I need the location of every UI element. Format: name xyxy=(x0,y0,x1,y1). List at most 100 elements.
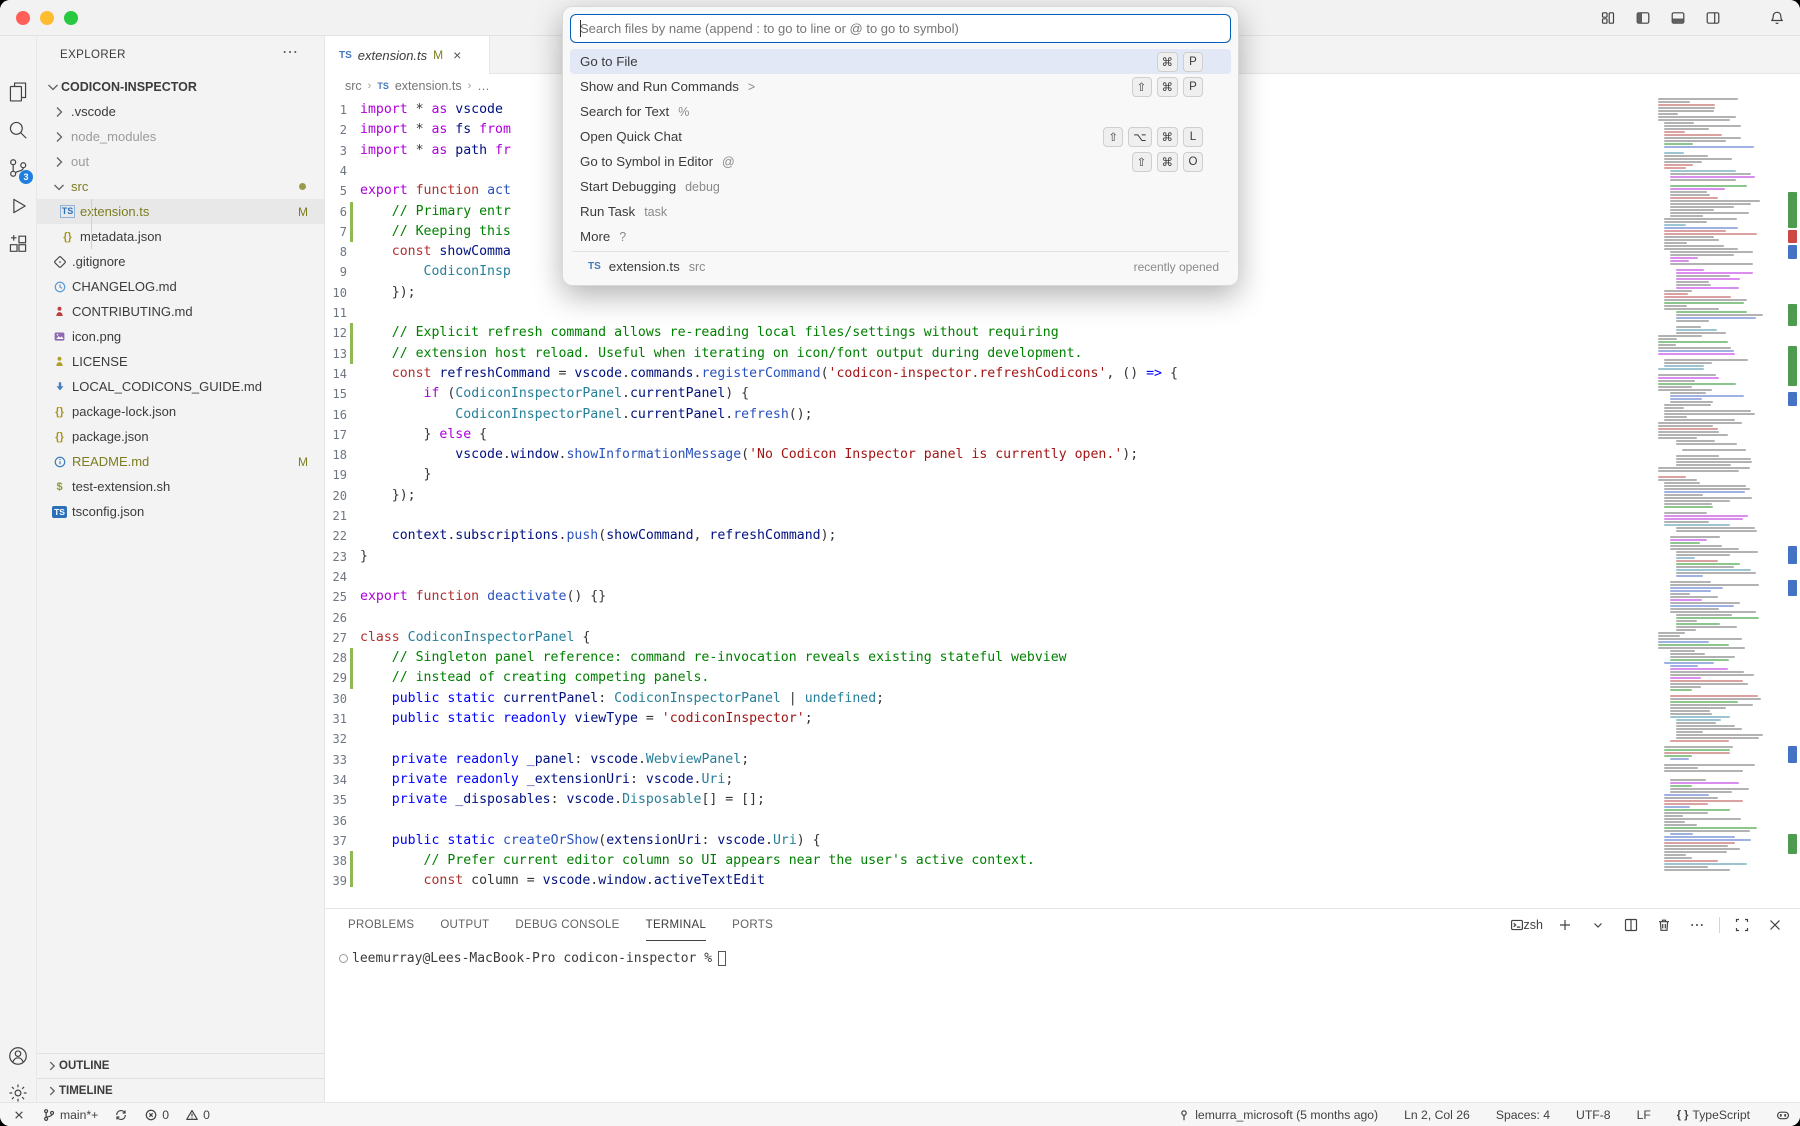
modified-gutter-bar xyxy=(350,344,353,364)
quick-open-item-run-task[interactable]: Run Tasktask xyxy=(570,199,1231,224)
minimap-line xyxy=(1676,569,1751,571)
sidebar-section-timeline[interactable]: TIMELINE xyxy=(37,1078,324,1102)
code-line-12: 12 // Explicit refresh command allows re… xyxy=(325,323,1800,343)
status-git-branch[interactable]: main*+ xyxy=(42,1108,98,1122)
tab-extension-ts[interactable]: TS extension.ts M × xyxy=(325,36,490,74)
tree-item-readme-md[interactable]: README.mdM xyxy=(37,449,324,474)
minimap-line xyxy=(1664,506,1713,508)
minimap-line xyxy=(1664,161,1702,163)
tree-item-contributing-md[interactable]: CONTRIBUTING.md xyxy=(37,299,324,324)
minimap-line xyxy=(1664,836,1735,838)
tree-item-package-lock-json[interactable]: {}package-lock.json xyxy=(37,399,324,424)
panel-tab-terminal[interactable]: TERMINAL xyxy=(646,909,707,941)
quick-open-item-open-quick-chat[interactable]: Open Quick Chat⇧⌥⌘L xyxy=(570,124,1231,149)
activity-bar-accounts[interactable] xyxy=(0,1038,36,1074)
breadcrumb-symbol[interactable]: … xyxy=(477,79,490,93)
status-remote[interactable] xyxy=(12,1108,26,1122)
minimap-line xyxy=(1676,326,1701,328)
activity-bar-search[interactable] xyxy=(0,112,36,148)
status-error[interactable]: 0 xyxy=(144,1108,169,1122)
tree-item--vscode[interactable]: .vscode xyxy=(37,99,324,124)
shell-selector[interactable]: zsh xyxy=(1510,918,1543,932)
quick-open-item-search-for-text[interactable]: Search for Text% xyxy=(570,99,1231,124)
toggle-panel-icon[interactable] xyxy=(1667,7,1689,29)
tree-item-changelog-md[interactable]: CHANGELOG.md xyxy=(37,274,324,299)
quick-open-recent-extension-ts[interactable]: TSextension.tssrcrecently opened xyxy=(570,254,1231,279)
tree-item-src[interactable]: src xyxy=(37,174,324,199)
tree-item-icon-png[interactable]: icon.png xyxy=(37,324,324,349)
tree-item-metadata-json[interactable]: {}metadata.json xyxy=(37,224,324,249)
tree-item-tsconfig-json[interactable]: TStsconfig.json xyxy=(37,499,324,524)
activity-bar-extensions[interactable] xyxy=(0,226,36,262)
tree-item-label: metadata.json xyxy=(80,229,162,244)
tree-item-test-extension-sh[interactable]: $test-extension.sh xyxy=(37,474,324,499)
activity-bar-source-control[interactable]: 3 xyxy=(0,150,36,186)
status-braces[interactable]: { }TypeScript xyxy=(1677,1108,1750,1122)
notifications-bell-icon[interactable] xyxy=(1766,7,1788,29)
minimap[interactable] xyxy=(1652,98,1786,887)
panel-tab-output[interactable]: OUTPUT xyxy=(440,909,489,941)
activity-bar-explorer[interactable] xyxy=(0,74,36,110)
status-copilot[interactable] xyxy=(1776,1108,1790,1122)
new-terminal-icon[interactable] xyxy=(1554,914,1576,936)
status-label: lemurra_microsoft (5 months ago) xyxy=(1195,1108,1378,1122)
quick-open-item-start-debugging[interactable]: Start Debuggingdebug xyxy=(570,174,1231,199)
quick-open-item-more[interactable]: More? xyxy=(570,224,1231,249)
tree-item--gitignore[interactable]: .gitignore xyxy=(37,249,324,274)
panel-tab-debug-console[interactable]: DEBUG CONSOLE xyxy=(515,909,619,941)
activity-bar-run-debug[interactable] xyxy=(0,188,36,224)
line-number: 29 xyxy=(325,668,347,688)
item-hint: > xyxy=(748,80,755,94)
minimap-line xyxy=(1664,230,1726,232)
kill-terminal-icon[interactable] xyxy=(1653,914,1675,936)
minimap-line xyxy=(1664,863,1747,865)
quick-open-item-show-and-run-commands[interactable]: Show and Run Commands>⇧⌘P xyxy=(570,74,1231,99)
outline-label: OUTLINE xyxy=(59,1060,109,1072)
breadcrumb-folder[interactable]: src xyxy=(345,79,362,93)
modified-gutter-bar xyxy=(350,648,353,668)
tree-item-extension-ts[interactable]: TSextension.tsM xyxy=(37,199,324,224)
explorer-root-folder[interactable]: CODICON-INSPECTOR xyxy=(37,74,324,99)
tree-item-package-json[interactable]: {}package.json xyxy=(37,424,324,449)
chevron-right-icon xyxy=(51,154,67,170)
toggle-secondary-sidebar-icon[interactable] xyxy=(1702,7,1724,29)
breadcrumb-file[interactable]: extension.ts xyxy=(395,79,462,93)
tab-close-icon[interactable]: × xyxy=(453,47,461,63)
overview-ruler[interactable] xyxy=(1786,98,1800,908)
quick-open-input[interactable] xyxy=(580,21,1221,36)
status-warning[interactable]: 0 xyxy=(185,1108,210,1122)
status-spaces-4[interactable]: Spaces: 4 xyxy=(1496,1108,1550,1122)
code-text: } else { xyxy=(360,425,487,445)
minimap-line xyxy=(1676,737,1759,739)
maximize-panel-icon[interactable] xyxy=(1731,914,1753,936)
status-git-commit[interactable]: lemurra_microsoft (5 months ago) xyxy=(1177,1108,1378,1122)
line-number: 25 xyxy=(325,587,347,607)
sidebar-section-outline[interactable]: OUTLINE xyxy=(37,1053,324,1077)
minimap-line xyxy=(1664,302,1744,304)
quick-open-item-go-to-symbol-in-editor[interactable]: Go to Symbol in Editor@⇧⌘O xyxy=(570,149,1231,174)
zoom-window-button[interactable] xyxy=(64,11,78,25)
explorer-more-actions-icon[interactable]: ⋯ xyxy=(282,42,299,62)
split-terminal-icon[interactable] xyxy=(1620,914,1642,936)
tree-item-out[interactable]: out xyxy=(37,149,324,174)
panel-tab-problems[interactable]: PROBLEMS xyxy=(348,909,414,941)
tree-item-node-modules[interactable]: node_modules xyxy=(37,124,324,149)
panel-tab-ports[interactable]: PORTS xyxy=(732,909,773,941)
minimize-window-button[interactable] xyxy=(40,11,54,25)
minimap-line xyxy=(1658,647,1745,649)
customize-layout-icon[interactable] xyxy=(1597,7,1619,29)
status-sync[interactable] xyxy=(114,1108,128,1122)
status-utf-8[interactable]: UTF-8 xyxy=(1576,1108,1611,1122)
close-window-button[interactable] xyxy=(16,11,30,25)
tree-item-local-codicons-guide-md[interactable]: LOCAL_CODICONS_GUIDE.md xyxy=(37,374,324,399)
status-ln-2-col-26[interactable]: Ln 2, Col 26 xyxy=(1404,1108,1470,1122)
status-lf[interactable]: LF xyxy=(1637,1108,1651,1122)
more-actions-icon[interactable] xyxy=(1686,914,1708,936)
minimap-line xyxy=(1664,809,1730,811)
close-panel-icon[interactable] xyxy=(1764,914,1786,936)
chevron-down-icon[interactable] xyxy=(1587,914,1609,936)
terminal[interactable]: leemurray@Lees-MacBook-Pro codicon-inspe… xyxy=(325,951,1800,966)
tree-item-license[interactable]: LICENSE xyxy=(37,349,324,374)
toggle-primary-sidebar-icon[interactable] xyxy=(1632,7,1654,29)
quick-open-item-go-to-file[interactable]: Go to File⌘P xyxy=(570,49,1231,74)
